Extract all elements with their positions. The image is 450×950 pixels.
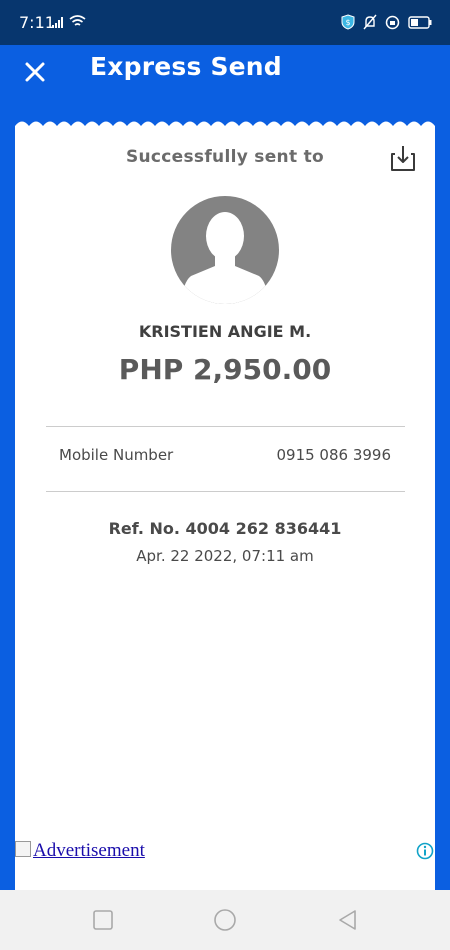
app-bar: Express Send (0, 45, 450, 110)
amount-sent: PHP 2,950.00 (118, 353, 332, 386)
recipient-avatar (171, 196, 279, 304)
data-saver-icon (385, 15, 400, 29)
home-circle-icon[interactable] (213, 908, 237, 932)
divider (46, 491, 405, 492)
advertisement-link[interactable]: Advertisement (15, 840, 145, 862)
wifi-icon (69, 15, 86, 26)
vpn-shield-icon: $ (341, 14, 355, 30)
person-silhouette-icon (181, 212, 269, 304)
broken-image-icon (15, 841, 31, 857)
close-icon[interactable] (22, 59, 48, 85)
svg-text:$: $ (345, 18, 350, 27)
recents-square-icon[interactable] (91, 908, 115, 932)
recipient-name: KRISTIEN ANGIE M. (138, 322, 312, 341)
status-time: 7:11 (19, 13, 55, 32)
receipt-card: Successfully sent to KRISTIEN ANGIE M. P… (15, 133, 435, 890)
status-bar: 7:11 $ (0, 0, 450, 45)
battery-icon (408, 15, 432, 29)
ad-banner: Advertisement (0, 838, 450, 866)
success-heading: Successfully sent to (125, 147, 325, 167)
reference-number: Ref. No. 4004 262 836441 (108, 519, 342, 538)
system-nav-bar (0, 890, 450, 950)
download-icon[interactable] (390, 144, 416, 172)
mobile-number-value: 0915 086 3996 (276, 446, 391, 464)
transaction-timestamp: Apr. 22 2022, 07:11 am (136, 547, 314, 565)
page-title: Express Send (90, 52, 282, 81)
advertisement-text: Advertisement (33, 840, 145, 861)
mute-bell-icon (363, 14, 377, 30)
divider (46, 426, 405, 427)
signal-icon (52, 17, 63, 28)
receipt-zigzag-edge (15, 121, 435, 134)
mobile-number-label: Mobile Number (59, 446, 174, 464)
back-triangle-icon[interactable] (336, 908, 360, 932)
info-icon[interactable] (416, 842, 434, 860)
